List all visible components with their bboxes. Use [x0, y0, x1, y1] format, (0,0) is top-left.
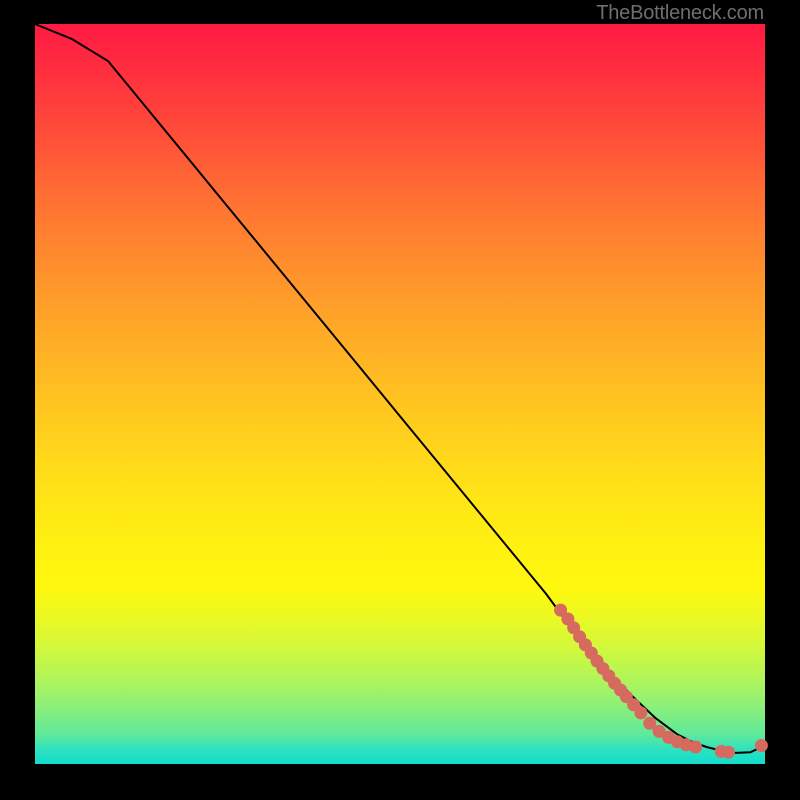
main-curve: [35, 24, 765, 753]
scatter-point: [722, 746, 735, 759]
scatter-point: [634, 706, 647, 719]
scatter-layer: [554, 604, 768, 759]
scatter-point: [755, 739, 768, 752]
scatter-point: [689, 741, 702, 754]
chart-overlay: [35, 24, 765, 764]
watermark-label: TheBottleneck.com: [596, 2, 764, 25]
chart-frame: TheBottleneck.com: [0, 0, 800, 800]
curve-layer: [35, 24, 765, 753]
